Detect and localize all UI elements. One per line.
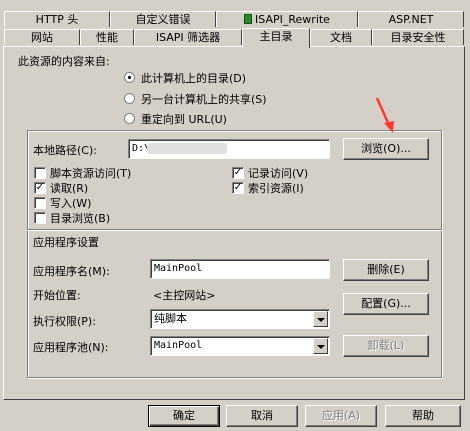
radio-label-network-share[interactable]: 另一台计算机上的共享(S) bbox=[141, 91, 267, 107]
label-directory-browsing[interactable]: 目录浏览(B) bbox=[50, 210, 110, 226]
app-pool-value: MainPool bbox=[154, 340, 203, 351]
start-location-value: <主控网站> bbox=[153, 289, 216, 302]
cancel-button[interactable]: 取消 bbox=[226, 405, 298, 427]
tab-label: 主目录 bbox=[259, 30, 293, 43]
tab-website[interactable]: 网站 bbox=[4, 29, 80, 45]
checkbox-directory-browsing[interactable] bbox=[34, 212, 46, 224]
browse-button[interactable]: 浏览(O)... bbox=[343, 138, 429, 160]
tab-label: 性能 bbox=[96, 31, 118, 44]
tab-performance[interactable]: 性能 bbox=[80, 29, 134, 45]
home-directory-panel: 此资源的内容来自: 此计算机上的目录(D) 另一台计算机上的共享(S) 重定向到… bbox=[3, 46, 465, 400]
app-name-input[interactable]: MainPool bbox=[150, 259, 330, 279]
remove-button[interactable]: 删除(E) bbox=[343, 259, 429, 281]
label-log-visits[interactable]: 记录访问(V) bbox=[248, 165, 308, 181]
radio-label-local-directory[interactable]: 此计算机上的目录(D) bbox=[141, 70, 246, 86]
execute-permissions-value: 纯脚本 bbox=[154, 312, 187, 325]
label-write[interactable]: 写入(W) bbox=[50, 195, 91, 211]
tab-label: 自定义错误 bbox=[135, 13, 191, 26]
annotation-arrow-icon bbox=[375, 97, 394, 133]
checkbox-write[interactable] bbox=[34, 197, 46, 209]
app-settings-title: 应用程序设置 bbox=[33, 236, 99, 249]
checkbox-read[interactable]: ✓ bbox=[34, 182, 46, 194]
tab-directory-security[interactable]: 目录安全性 bbox=[372, 29, 464, 45]
app-name-label: 应用程序名(M): bbox=[33, 265, 110, 278]
chevron-down-icon[interactable] bbox=[313, 338, 328, 354]
help-button[interactable]: 帮助 bbox=[385, 405, 461, 427]
app-name-value: MainPool bbox=[154, 263, 203, 274]
chevron-down-icon[interactable] bbox=[313, 311, 328, 327]
tab-http-headers[interactable]: HTTP 头 bbox=[4, 11, 110, 27]
app-pool-label: 应用程序池(N): bbox=[33, 341, 109, 354]
radio-network-share[interactable] bbox=[124, 93, 135, 104]
tab-isapi-rewrite[interactable]: ISAPI_Rewrite bbox=[216, 11, 358, 27]
tab-label: 文档 bbox=[330, 31, 352, 44]
configure-button[interactable]: 配置(G)... bbox=[343, 293, 429, 315]
label-read[interactable]: 读取(R) bbox=[50, 180, 88, 196]
tab-home-directory[interactable]: 主目录 bbox=[242, 28, 310, 48]
radio-label-redirect-url[interactable]: 重定向到 URL(U) bbox=[141, 111, 227, 127]
tab-documents[interactable]: 文档 bbox=[310, 29, 372, 45]
checkbox-script-source-access[interactable] bbox=[34, 167, 46, 179]
source-heading: 此资源的内容来自: bbox=[18, 55, 110, 68]
tab-label: 目录安全性 bbox=[390, 31, 446, 44]
app-settings-separator bbox=[27, 229, 442, 231]
radio-local-directory[interactable] bbox=[124, 72, 135, 83]
apply-button[interactable]: 应用(A) bbox=[305, 405, 377, 427]
local-path-label: 本地路径(C): bbox=[33, 144, 97, 157]
checkbox-index-resource[interactable]: ✓ bbox=[232, 182, 244, 194]
tab-isapi-filters[interactable]: ISAPI 筛选器 bbox=[134, 29, 242, 45]
tab-label: ISAPI 筛选器 bbox=[155, 31, 221, 44]
execute-permissions-select[interactable]: 纯脚本 bbox=[150, 309, 330, 329]
checkbox-log-visits[interactable]: ✓ bbox=[232, 167, 244, 179]
tab-label: 网站 bbox=[31, 31, 53, 44]
unload-button[interactable]: 卸载(L) bbox=[343, 335, 429, 357]
tab-aspnet[interactable]: ASP.NET bbox=[358, 11, 464, 27]
radio-redirect-url[interactable] bbox=[124, 113, 135, 124]
app-pool-select[interactable]: MainPool bbox=[150, 336, 330, 356]
tab-label: ASP.NET bbox=[388, 13, 434, 26]
execute-permissions-label: 执行权限(P): bbox=[33, 315, 96, 328]
label-index-resource[interactable]: 索引资源(I) bbox=[248, 180, 304, 196]
start-location-label: 开始位置: bbox=[33, 289, 81, 302]
redacted-path-blur bbox=[147, 143, 227, 154]
tab-label: HTTP 头 bbox=[35, 13, 79, 26]
isapi-rewrite-icon bbox=[244, 14, 253, 24]
ok-button[interactable]: 确定 bbox=[148, 405, 220, 427]
label-script-source-access[interactable]: 脚本资源访问(T) bbox=[50, 165, 131, 181]
tab-label: ISAPI_Rewrite bbox=[255, 13, 330, 26]
tab-custom-errors[interactable]: 自定义错误 bbox=[110, 11, 216, 27]
